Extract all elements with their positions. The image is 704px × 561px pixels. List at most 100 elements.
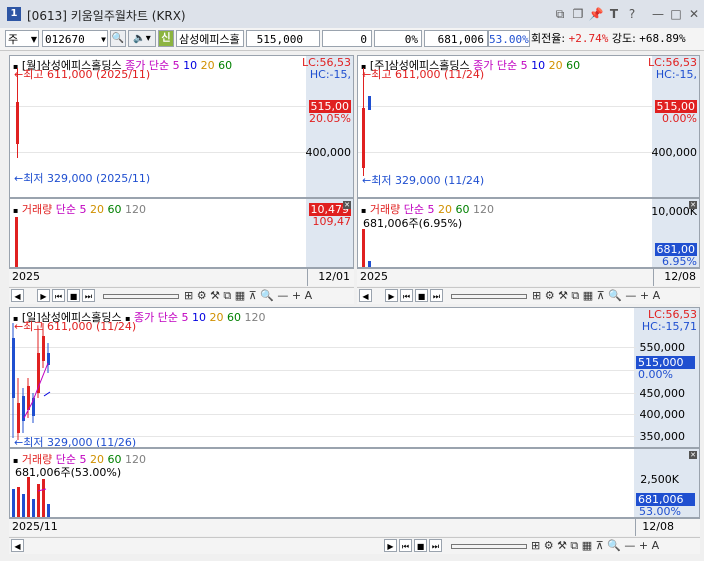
stop-button[interactable]: ■ — [415, 289, 428, 302]
weekly-low-label: ←최저 329,000 (11/24) — [362, 174, 485, 187]
scroll-first-button[interactable]: ⏮ — [52, 289, 65, 302]
market-select[interactable]: 주 ▼ — [5, 30, 39, 47]
weekly-date-bar: 2025 12/08 — [357, 268, 700, 286]
font-size-icon[interactable]: T — [606, 6, 622, 22]
stock-code-input[interactable]: 012670 ▼ — [42, 30, 108, 47]
change-rate: 0% — [374, 30, 422, 47]
daily-price-pane[interactable]: ▪ [일]삼성에피스홀딩스 ▪ 종가 단순 5 10 20 60 120 ←최고… — [9, 307, 700, 448]
minimize-icon[interactable]: — — [650, 6, 666, 22]
scroll-last-button[interactable]: ⏭ — [430, 289, 443, 302]
help-icon[interactable]: ? — [624, 6, 640, 22]
zoom-slider[interactable] — [451, 294, 527, 299]
scroll-right-button[interactable]: ▶ — [384, 539, 397, 552]
daily-hc-label: HC:-15,71 — [641, 320, 697, 333]
chevron-down-icon: ▼ — [101, 35, 106, 44]
scroll-right-button[interactable]: ▶ — [37, 289, 50, 302]
candle-body — [16, 102, 19, 144]
window-number-badge: 1 — [7, 7, 21, 21]
monthly-low-label: ←최저 329,000 (2025/11) — [14, 172, 151, 185]
stock-toolbar: 주 ▼ 012670 ▼ 🔍 🔈▾ 신 삼성에피스홀 515,000 0 0% … — [0, 28, 704, 51]
weekly-volume-tag2: 6.95% — [662, 255, 697, 268]
link-icon[interactable]: ⧉ — [552, 6, 568, 22]
candle-body — [362, 108, 365, 168]
volume-simple-label: 단순 — [55, 203, 77, 216]
scroll-last-button[interactable]: ⏭ — [429, 539, 442, 552]
weekly-pct-tag: 0.00% — [662, 112, 697, 125]
close-icon[interactable]: ✕ — [686, 6, 702, 22]
volume-legend-label: 거래량 — [21, 203, 53, 216]
stock-name-field: 삼성에피스홀 — [176, 30, 244, 47]
collapse-icon[interactable]: ▪ — [13, 206, 18, 215]
daily-axis-tick: 450,000 — [639, 387, 686, 400]
volume-rate: 53.00% — [488, 30, 530, 47]
weekly-volume-info: 681,006주(6.95%) — [363, 217, 463, 230]
vma120-legend: 120 — [125, 203, 147, 216]
sound-button[interactable]: 🔈▾ — [128, 30, 156, 47]
daily-date-start: 2025/11 — [12, 520, 58, 533]
chart-tools-icon[interactable]: ⊞ ⚙ ⚒ ⧉ ▦ ⊼ 🔍 — + A — [184, 289, 312, 303]
volume-bar — [362, 229, 365, 267]
close-icon[interactable]: ✕ — [343, 201, 351, 209]
weekly-volume-pane[interactable]: ▪ 거래량 단순 5 20 60 120 681,006주(6.95%) 10,… — [357, 198, 700, 268]
daily-axis-tick: 550,000 — [639, 341, 686, 354]
monthly-date-start: 2025 — [12, 270, 40, 283]
weekly-date-start: 2025 — [360, 270, 388, 283]
daily-volume-bars — [12, 477, 50, 517]
weekly-hc-label: HC:-15, — [655, 68, 697, 81]
pin-icon[interactable]: 📌 — [588, 6, 604, 22]
close-icon[interactable]: ✕ — [689, 201, 697, 209]
stock-code-value: 012670 — [45, 33, 85, 46]
monthly-date-end: 12/01 — [318, 270, 350, 283]
daily-date-bar: 2025/11 12/08 — [9, 518, 700, 536]
daily-scroll-toolbar: ◀ ▶ ⏮ ■ ⏭ ⊞ ⚙ ⚒ ⧉ ▦ ⊼ 🔍 — + A — [9, 537, 700, 554]
scroll-right-button[interactable]: ▶ — [385, 289, 398, 302]
strength-value: +68.89% — [639, 32, 686, 45]
daily-volume-axis-label: 2,500K — [640, 473, 679, 486]
scroll-last-button[interactable]: ⏭ — [82, 289, 95, 302]
scroll-left-button[interactable]: ◀ — [359, 289, 372, 302]
monthly-scroll-toolbar: ◀ ▶ ⏮ ■ ⏭ ⊞ ⚙ ⚒ ⧉ ▦ ⊼ 🔍 — + A — [9, 287, 354, 304]
maximize-icon[interactable]: □ — [668, 6, 684, 22]
monthly-date-bar: 2025 12/01 — [9, 268, 354, 286]
monthly-volume-tag2: 109,47 — [312, 215, 352, 228]
weekly-price-pane[interactable]: ▪ [주]삼성에피스홀딩스 종가 단순 5 10 20 60 ←최고 611,0… — [357, 55, 700, 198]
turnover-label: 회전율: — [531, 32, 566, 45]
chart-tools-icon[interactable]: ⊞ ⚙ ⚒ ⧉ ▦ ⊼ 🔍 — + A — [531, 539, 659, 553]
daily-candles — [12, 323, 51, 440]
zoom-slider[interactable] — [103, 294, 179, 299]
copy-window-icon[interactable]: ❐ — [570, 6, 586, 22]
title-bar: 1 [0613] 키움일주월차트 (KRX) ⧉ ❐ 📌 T ? — □ ✕ — [0, 0, 704, 29]
turnover-value: +2.74% — [568, 32, 609, 45]
search-button[interactable]: 🔍 — [110, 30, 126, 47]
trade-volume: 681,006 — [424, 30, 488, 47]
daily-axis-tick: 400,000 — [639, 408, 686, 421]
collapse-icon[interactable]: ▪ — [361, 206, 366, 215]
daily-date-end: 12/08 — [642, 520, 674, 533]
zoom-slider[interactable] — [451, 544, 527, 549]
monthly-volume-pane[interactable]: ▪ 거래량 단순 5 20 60 120 10,479 109,47 ✕ — [9, 198, 354, 268]
stop-button[interactable]: ■ — [67, 289, 80, 302]
ma10-legend: 10 — [183, 59, 198, 72]
scroll-left-button[interactable]: ◀ — [11, 289, 24, 302]
stop-button[interactable]: ■ — [414, 539, 427, 552]
vma5-legend: 5 — [79, 203, 87, 216]
monthly-price-pane[interactable]: ▪ [월]삼성에피스홀딩스 종가 단순 5 10 20 60 ←최고 611,0… — [9, 55, 354, 198]
close-icon[interactable]: ✕ — [689, 451, 697, 459]
monthly-volume-header: ▪ 거래량 단순 5 20 60 120 — [13, 201, 146, 217]
daily-volume-pane[interactable]: ▪ 거래량 단순 5 20 60 120 681,006주(53.00%) 2,… — [9, 448, 700, 518]
scroll-first-button[interactable]: ⏮ — [399, 539, 412, 552]
strength-label: 강도: — [611, 32, 636, 45]
ma10-legend: 10 — [531, 59, 546, 72]
grid-line — [10, 106, 308, 107]
candle-body — [368, 96, 371, 110]
speaker-icon: 🔈▾ — [133, 33, 151, 44]
search-icon: 🔍 — [111, 33, 125, 44]
chart-tools-icon[interactable]: ⊞ ⚙ ⚒ ⧉ ▦ ⊼ 🔍 — + A — [532, 289, 660, 303]
credit-badge: 신 — [158, 30, 174, 47]
scroll-left-button[interactable]: ◀ — [11, 539, 24, 552]
scroll-first-button[interactable]: ⏮ — [400, 289, 413, 302]
daily-axis-tick: 350,000 — [639, 430, 686, 443]
weekly-high-label: ←최고 611,000 (11/24) — [362, 68, 485, 81]
weekly-scroll-toolbar: ◀ ▶ ⏮ ■ ⏭ ⊞ ⚙ ⚒ ⧉ ▦ ⊼ 🔍 — + A — [357, 287, 700, 304]
monthly-axis-400: 400,000 — [305, 146, 352, 159]
